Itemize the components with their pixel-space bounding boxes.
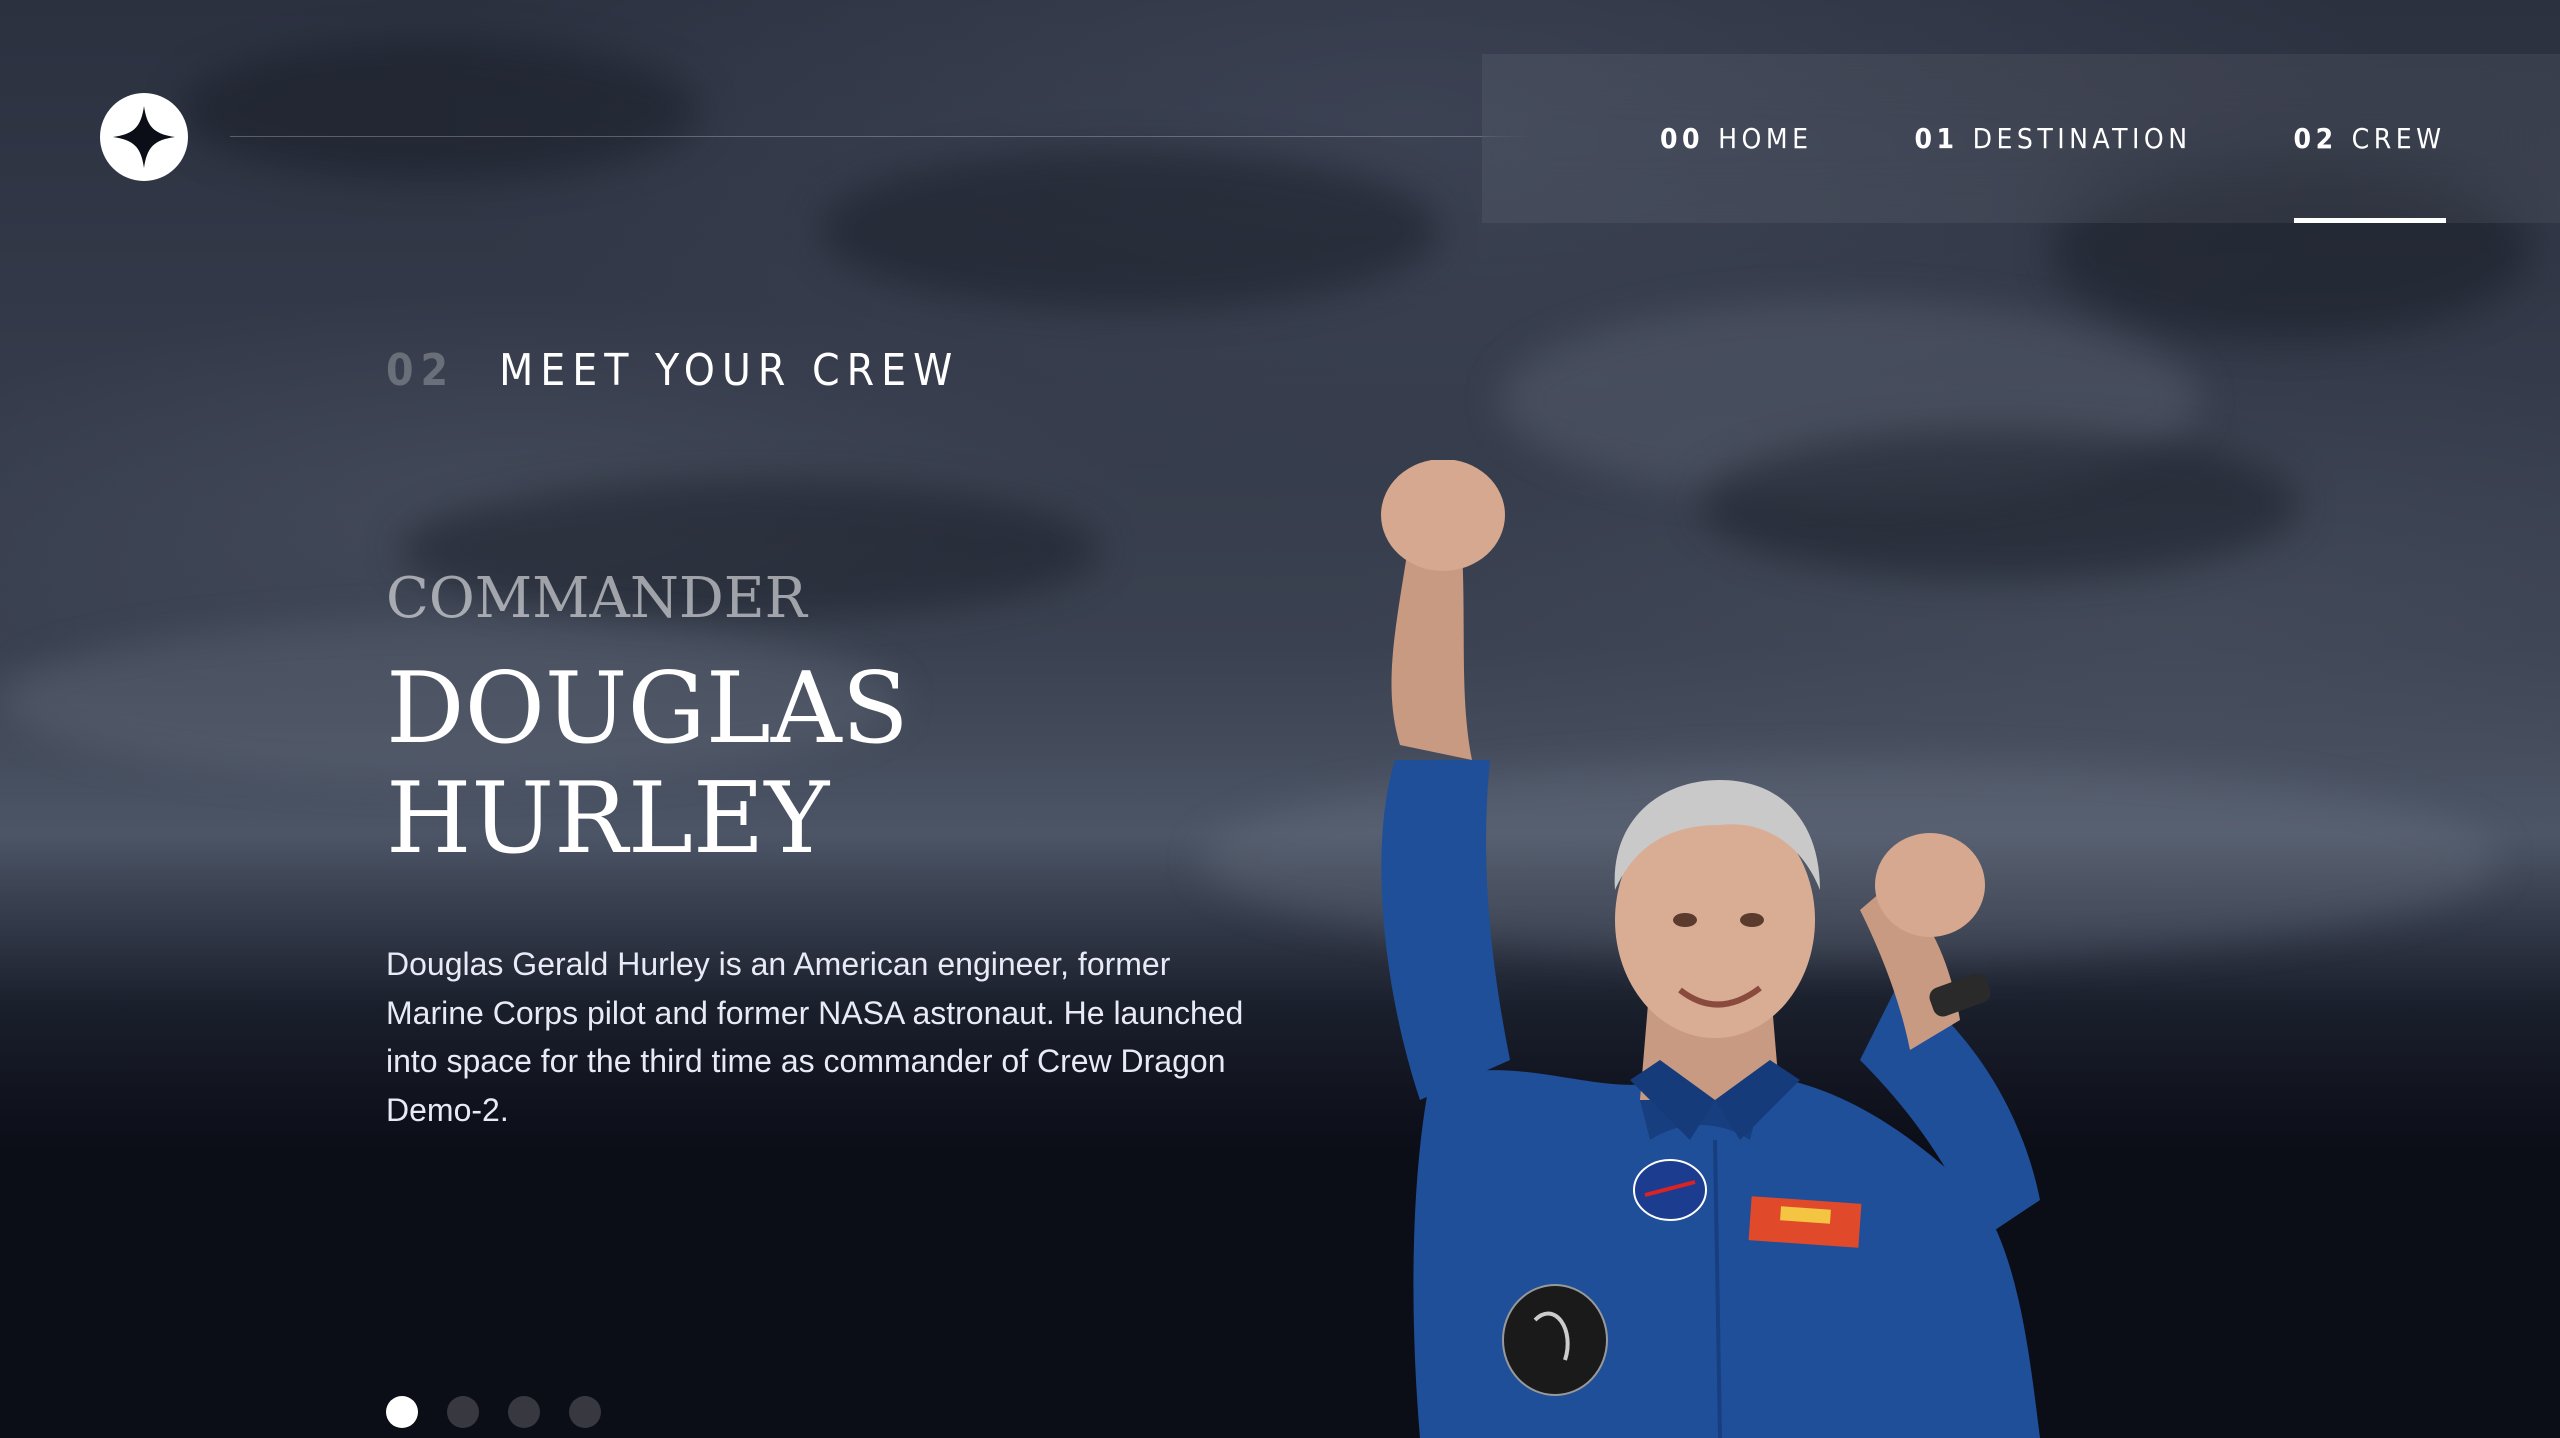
nav-item-destination[interactable]: 01 DESTINATION — [1915, 54, 2192, 223]
main-nav: 00 HOME 01 DESTINATION 02 CREW — [1482, 54, 2560, 223]
pagination-dot-2[interactable] — [447, 1396, 479, 1428]
nav-item-label: DESTINATION — [1972, 122, 2192, 155]
crew-member-image — [1381, 460, 2040, 1438]
nav-item-label: HOME — [1718, 122, 1813, 155]
pagination-dot-3[interactable] — [508, 1396, 540, 1428]
nav-item-number: 02 — [2293, 122, 2338, 155]
crew-pagination — [386, 1396, 630, 1428]
nav-item-home[interactable]: 00 HOME — [1660, 54, 1813, 223]
nav-item-number: 00 — [1660, 122, 1705, 155]
nav-item-number: 01 — [1914, 122, 1959, 155]
background-cloud — [180, 40, 700, 180]
nav-item-crew[interactable]: 02 CREW — [2293, 54, 2446, 223]
page-heading-label: MEET YOUR CREW — [499, 345, 960, 396]
page-heading-number: 02 — [386, 345, 456, 396]
pagination-dot-4[interactable] — [569, 1396, 601, 1428]
background-cloud — [820, 150, 1440, 310]
header-divider — [230, 136, 1526, 137]
crew-name-last: Hurley — [386, 762, 830, 876]
pagination-dot-1[interactable] — [386, 1396, 418, 1428]
page-heading: 02 MEET YOUR CREW — [386, 345, 959, 396]
crew-name-first: Douglas — [386, 652, 909, 766]
crew-name: Douglas Hurley — [386, 654, 1286, 874]
star-logo-icon[interactable] — [100, 93, 188, 181]
crew-role: Commander — [386, 566, 807, 631]
crew-bio: Douglas Gerald Hurley is an American eng… — [386, 946, 1244, 1128]
nav-item-label: CREW — [2351, 122, 2446, 155]
crew-page: 00 HOME 01 DESTINATION 02 CREW 02 MEET YO… — [0, 0, 2560, 1438]
